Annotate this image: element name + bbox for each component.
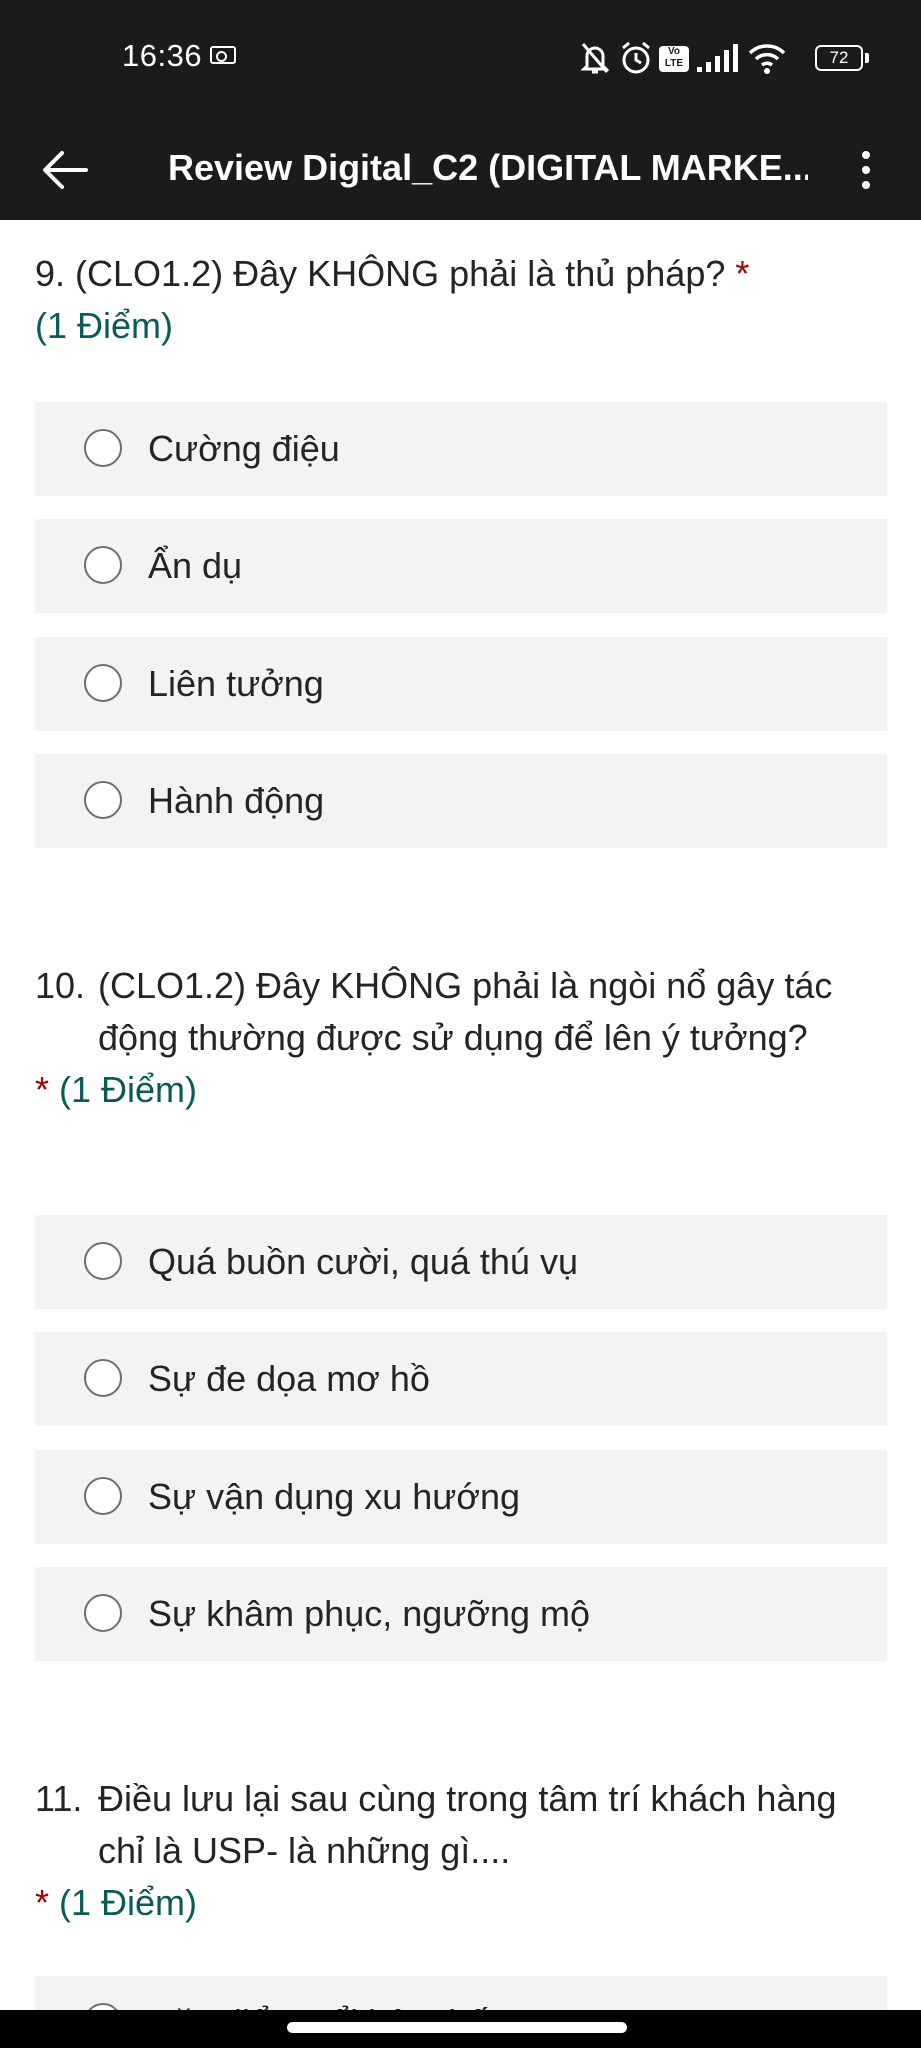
signal-icon (697, 44, 738, 72)
option-label: Hành động (148, 780, 325, 821)
navigation-bar (0, 2010, 921, 2048)
question-text: 11. Điều lưu lại sau cùng trong tâm trí … (35, 1773, 885, 1877)
points-value: (1 Điểm) (59, 1069, 198, 1110)
question-11: 11. Điều lưu lại sau cùng trong tâm trí … (35, 1773, 885, 1929)
option-qua-buon-cuoi[interactable]: Quá buồn cười, quá thú vụ (35, 1215, 887, 1309)
wifi-icon (748, 44, 786, 74)
question-number: 11. (35, 1778, 83, 1819)
battery-level: 72 (829, 48, 849, 67)
status-time: 16:36 (122, 38, 203, 73)
option-cuong-dieu[interactable]: Cường điệu (35, 402, 887, 496)
question-title: Điều lưu lại sau cùng trong tâm trí khác… (98, 1778, 837, 1871)
option-dac-diem-noi-bat[interactable]: Đặc điểm nổi bật nhất (35, 1976, 887, 2010)
radio-button[interactable] (84, 1477, 122, 1515)
question-number: 9. (35, 253, 66, 294)
required-mark: * (35, 1882, 50, 1923)
alarm-icon (622, 41, 650, 74)
option-label: Sự khâm phục, ngưỡng mộ (148, 1593, 591, 1634)
page-title: Review Digital_C2 (DIGITAL MARKE... (168, 147, 808, 188)
volte-icon: Vo LTE (659, 46, 689, 72)
bell-off-icon (580, 43, 610, 74)
question-10: 10. (CLO1.2) Đây KHÔNG phải là ngòi nổ g… (35, 960, 885, 1116)
option-label: Cường điệu (148, 428, 340, 469)
volte-label: Vo LTE (664, 46, 684, 69)
points-label: * (1 Điểm) (35, 1064, 885, 1116)
question-text: 10. (CLO1.2) Đây KHÔNG phải là ngòi nổ g… (35, 960, 885, 1064)
option-su-de-doa[interactable]: Sự đe dọa mơ hồ (35, 1332, 887, 1426)
option-label: Sự đe dọa mơ hồ (148, 1358, 430, 1399)
required-mark: * (735, 253, 750, 294)
option-label: Liên tưởng (148, 663, 324, 704)
radio-button[interactable] (84, 429, 122, 467)
question-title: (CLO1.2) Đây KHÔNG phải là ngòi nổ gây t… (98, 965, 833, 1058)
points-label: * (1 Điểm) (35, 1877, 885, 1929)
app-bar: Review Digital_C2 (DIGITAL MARKE... (0, 115, 921, 220)
radio-button[interactable] (84, 546, 122, 584)
question-title: (CLO1.2) Đây KHÔNG phải là thủ pháp? (75, 253, 726, 294)
option-an-du[interactable]: Ẩn dụ (35, 519, 887, 613)
points-label: (1 Điểm) (35, 305, 174, 346)
question-number: 10. (35, 965, 86, 1006)
form-content[interactable]: 9. (CLO1.2) Đây KHÔNG phải là thủ pháp? … (0, 220, 921, 2010)
question-text: 9. (CLO1.2) Đây KHÔNG phải là thủ pháp? … (35, 248, 885, 300)
option-hanh-dong[interactable]: Hành động (35, 754, 887, 848)
radio-button[interactable] (84, 2003, 122, 2010)
arrow-left-icon (43, 151, 88, 189)
home-indicator[interactable] (287, 2022, 627, 2033)
back-button[interactable] (30, 135, 100, 205)
radio-button[interactable] (84, 1242, 122, 1280)
option-label: Đặc điểm nổi bật nhất (148, 1976, 498, 2010)
status-bar: 16:36 Vo LTE 72 (0, 0, 921, 115)
points-value: (1 Điểm) (59, 1882, 198, 1923)
option-label: Quá buồn cười, quá thú vụ (148, 1241, 578, 1282)
more-options-button[interactable] (831, 135, 901, 205)
option-label: Sự vận dụng xu hướng (148, 1476, 521, 1517)
battery-icon: 72 (815, 45, 869, 71)
radio-button[interactable] (84, 1594, 122, 1632)
radio-button[interactable] (84, 664, 122, 702)
option-su-kham-phuc[interactable]: Sự khâm phục, ngưỡng mộ (35, 1567, 887, 1661)
option-label: Ẩn dụ (148, 545, 243, 586)
radio-button[interactable] (84, 781, 122, 819)
more-vertical-icon (862, 151, 870, 159)
option-lien-tuong[interactable]: Liên tưởng (35, 637, 887, 731)
option-su-van-dung[interactable]: Sự vận dụng xu hướng (35, 1450, 887, 1544)
notification-icon (210, 46, 236, 64)
question-9: 9. (CLO1.2) Đây KHÔNG phải là thủ pháp? … (35, 248, 885, 352)
required-mark: * (35, 1069, 50, 1110)
radio-button[interactable] (84, 1359, 122, 1397)
